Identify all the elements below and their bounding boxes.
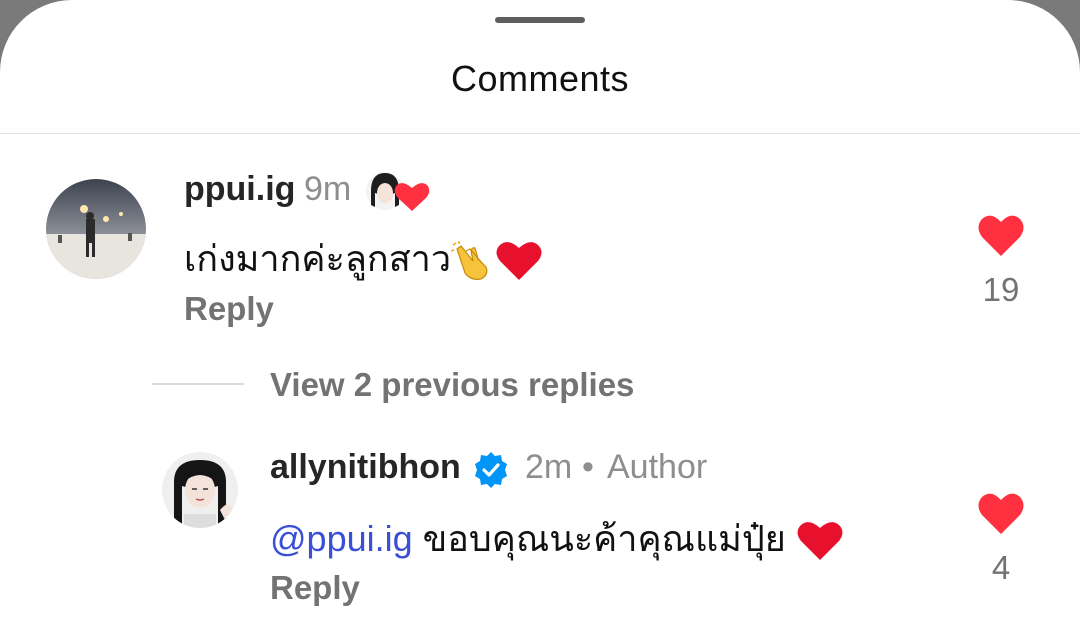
reply-text: @ppui.ig ขอบคุณนะค้าคุณแม่ปุ๋ย bbox=[270, 510, 844, 567]
heart-like-icon[interactable] bbox=[977, 214, 1025, 258]
reply-time: 2m bbox=[525, 448, 573, 486]
comment-reply-button[interactable]: Reply bbox=[184, 290, 274, 328]
comment-text-body: เก่งมากค่ะลูกสาว bbox=[184, 238, 452, 279]
mention-link[interactable]: @ppui.ig bbox=[270, 518, 413, 559]
reply-username[interactable]: allynitibhon bbox=[270, 448, 461, 487]
reply-reply-button[interactable]: Reply bbox=[270, 569, 360, 607]
author-label: Author bbox=[607, 448, 708, 486]
meta-separator: • bbox=[582, 448, 594, 486]
clapping-hands-icon bbox=[450, 241, 495, 281]
reply-avatar[interactable] bbox=[162, 452, 238, 528]
drag-handle[interactable] bbox=[495, 17, 585, 23]
heart-like-icon[interactable] bbox=[977, 492, 1025, 536]
reply-text-body: ขอบคุณนะค้าคุณแม่ปุ๋ย bbox=[422, 518, 786, 559]
header-divider bbox=[0, 133, 1080, 134]
comment-text: เก่งมากค่ะลูกสาว bbox=[184, 230, 543, 287]
red-heart-icon bbox=[495, 240, 543, 282]
replies-divider bbox=[152, 383, 244, 385]
reply-like-count: 4 bbox=[991, 549, 1011, 586]
verified-badge-icon bbox=[472, 451, 510, 489]
view-previous-replies-button[interactable]: View 2 previous replies bbox=[270, 366, 634, 404]
red-heart-icon bbox=[796, 520, 844, 562]
sheet-title: Comments bbox=[450, 58, 630, 99]
comment-username[interactable]: ppui.ig bbox=[184, 170, 295, 209]
comment-time: 9m bbox=[304, 170, 352, 208]
comment-like-count: 19 bbox=[982, 271, 1020, 308]
author-liked-sticker bbox=[365, 167, 431, 215]
comments-sheet: Comments ppui.ig 9m เก่งมากค่ะลูกสาว Rep… bbox=[0, 0, 1080, 629]
avatar[interactable] bbox=[46, 179, 146, 279]
